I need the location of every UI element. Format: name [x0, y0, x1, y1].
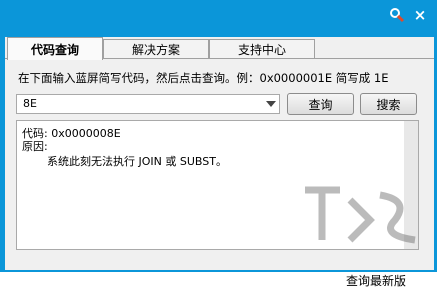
tab-code-query[interactable]: 代码查询 — [7, 37, 103, 60]
dropdown-arrow-icon[interactable] — [266, 101, 276, 107]
code-input[interactable]: 8E — [16, 94, 280, 114]
query-button[interactable]: 查询 — [287, 93, 354, 115]
tab-support-center[interactable]: 支持中心 — [209, 39, 315, 58]
magnifier-icon[interactable] — [387, 5, 407, 25]
close-icon[interactable]: × — [410, 5, 430, 25]
result-reason-label: 原因: — [22, 140, 48, 153]
result-reason-text: 系统此刻无法执行 JOIN 或 SUBST。 — [47, 155, 227, 168]
app-window: × 代码查询 解决方案 支持中心 在下面输入蓝屏简写代码，然后点击查询。例：0x… — [0, 0, 437, 288]
title-bar: × — [0, 0, 437, 30]
tab-solution[interactable]: 解决方案 — [103, 39, 209, 58]
watermark-logo — [305, 186, 416, 244]
query-hint: 在下面输入蓝屏简写代码，然后点击查询。例：0x0000001E 简写成 1E — [18, 71, 389, 85]
search-button[interactable]: 搜索 — [360, 93, 417, 115]
code-input-value[interactable]: 8E — [23, 97, 37, 110]
check-update-link[interactable]: 查询最新版 — [346, 272, 406, 289]
